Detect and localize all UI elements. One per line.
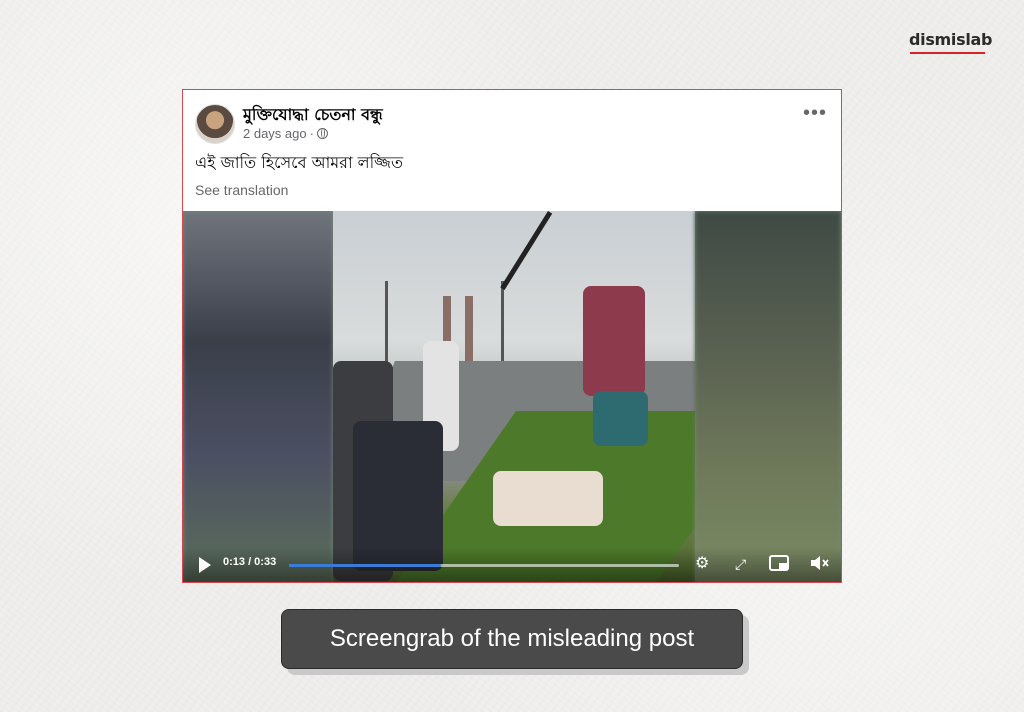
video-controls: 0:13 / 0:33 ⚙ ⤢ [183, 547, 841, 582]
stick [500, 211, 553, 290]
person-figure [593, 391, 648, 446]
caption-box: Screengrab of the misleading post [281, 609, 743, 669]
more-options-button[interactable]: ••• [803, 103, 827, 123]
meta-separator: · [309, 126, 314, 141]
video-blur-left [183, 211, 333, 582]
utility-pole [385, 281, 388, 371]
progress-track[interactable] [289, 564, 679, 567]
see-translation-link[interactable]: See translation [195, 182, 288, 198]
utility-pole [501, 281, 504, 361]
video-frame [333, 211, 695, 582]
mute-icon[interactable] [809, 555, 831, 576]
post-text: এই জাতি হিসেবে আমরা লজ্জিত [195, 153, 403, 172]
person-figure [583, 286, 645, 396]
video-blur-right [695, 211, 841, 582]
avatar[interactable] [195, 104, 235, 144]
brand-underline [910, 52, 985, 54]
globe-icon [316, 128, 328, 139]
picture-in-picture-icon[interactable] [769, 555, 789, 576]
settings-icon[interactable]: ⚙ [695, 555, 709, 573]
gate-pillar [465, 296, 473, 361]
timestamp[interactable]: 2 days ago [243, 126, 307, 141]
video-player[interactable]: 0:13 / 0:33 ⚙ ⤢ [183, 211, 841, 582]
post-meta: 2 days ago · [243, 126, 328, 141]
facebook-post: মুক্তিযোদ্ধা চেতনা বন্ধু 2 days ago · ••… [182, 89, 842, 583]
play-icon[interactable] [199, 557, 211, 573]
progress-fill [289, 564, 442, 567]
video-time: 0:13 / 0:33 [223, 556, 277, 568]
brand-logo: dismislab [909, 30, 993, 49]
author-name[interactable]: মুক্তিযোদ্ধা চেতনা বন্ধু [243, 102, 383, 129]
fullscreen-icon[interactable]: ⤢ [735, 555, 746, 573]
person-figure [493, 471, 603, 526]
